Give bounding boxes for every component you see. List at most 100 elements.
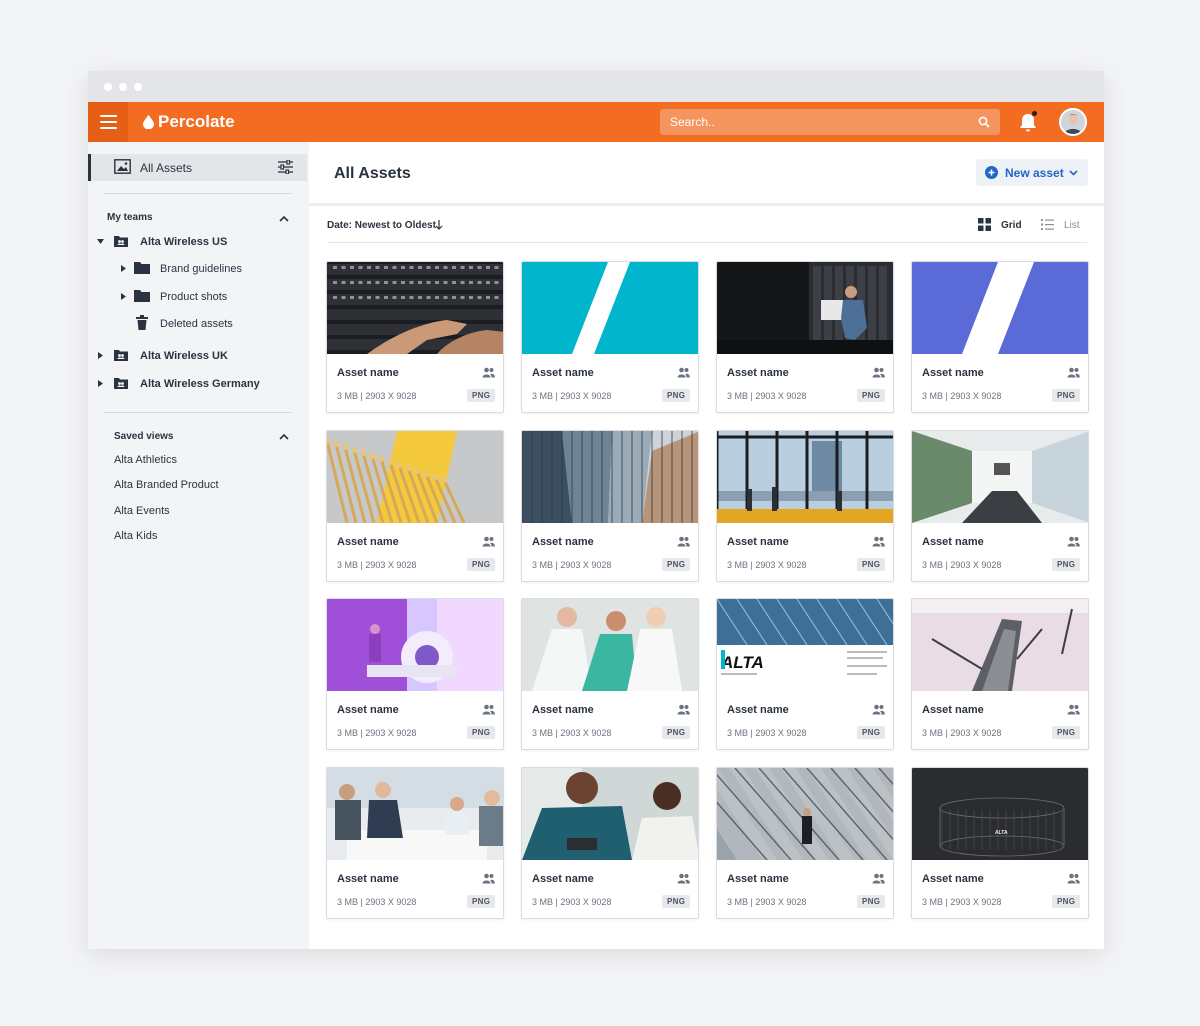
asset-card[interactable]: Asset name 3 MB | 2903 X 9028 PNG [716, 766, 894, 919]
shared-users-icon[interactable] [872, 536, 885, 547]
asset-thumbnail[interactable] [327, 262, 503, 354]
asset-thumbnail[interactable] [717, 430, 893, 523]
avatar[interactable] [1059, 108, 1087, 136]
team-alta-wireless-us[interactable]: Alta Wireless US [96, 232, 296, 252]
shared-users-icon[interactable] [677, 536, 690, 547]
asset-card[interactable]: Asset name 3 MB | 2903 X 9028 PNG [326, 429, 504, 582]
asset-thumbnail[interactable] [912, 262, 1088, 354]
asset-thumbnail[interactable] [912, 430, 1088, 523]
thumbnail-image [912, 599, 1088, 691]
folder-brand-guidelines[interactable]: Brand guidelines [118, 258, 298, 280]
window-chrome [88, 71, 1104, 102]
asset-thumbnail[interactable] [912, 599, 1088, 691]
thumbnail-image [717, 262, 893, 354]
sidebar-item-all-assets[interactable]: All Assets [88, 154, 307, 181]
shared-users-icon[interactable] [482, 873, 495, 884]
caret-right-icon[interactable] [120, 293, 127, 300]
asset-card[interactable]: Asset name 3 MB | 2903 X 9028 PNG [326, 598, 504, 750]
thumbnail-image: ALTA [912, 767, 1088, 860]
shared-users-icon[interactable] [677, 367, 690, 378]
asset-thumbnail[interactable] [522, 767, 698, 860]
thumbnail-image [522, 430, 698, 523]
asset-thumbnail[interactable] [522, 430, 698, 523]
shared-users-icon[interactable] [1067, 536, 1080, 547]
asset-name: Asset name [727, 704, 789, 716]
filter-settings-icon[interactable] [278, 160, 293, 174]
shared-users-icon[interactable] [677, 704, 690, 715]
thumbnail-image [717, 430, 893, 523]
search-placeholder: Search.. [670, 115, 715, 129]
file-type-badge: PNG [857, 557, 886, 571]
file-type-badge: PNG [662, 389, 691, 402]
asset-name: Asset name [532, 367, 594, 379]
shared-users-icon[interactable] [1067, 704, 1080, 715]
shared-users-icon[interactable] [482, 536, 495, 547]
asset-thumbnail[interactable] [522, 262, 698, 354]
asset-card[interactable]: Asset name 3 MB | 2903 X 9028 PNG [521, 429, 699, 582]
sort-dropdown[interactable]: Date: Newest to Oldest [327, 220, 443, 231]
asset-thumbnail[interactable] [522, 599, 698, 691]
asset-card[interactable]: Asset name 3 MB | 2903 X 9028 PNG [521, 261, 699, 413]
brand-name: Percolate [158, 112, 235, 131]
folder-deleted-assets[interactable]: Deleted assets [118, 313, 298, 335]
team-folder-icon [114, 236, 128, 247]
caret-right-icon[interactable] [97, 380, 104, 387]
saved-view-item[interactable]: Alta Events [114, 505, 170, 517]
saved-view-item[interactable]: Alta Athletics [114, 454, 177, 466]
caret-down-icon[interactable] [97, 238, 104, 245]
thumbnail-image [717, 767, 893, 860]
file-type-badge: PNG [467, 726, 496, 739]
top-bar: Percolate Search.. [88, 102, 1104, 142]
asset-card[interactable]: Asset name 3 MB | 2903 X 9028 PNG [716, 429, 894, 582]
asset-thumbnail[interactable] [327, 599, 503, 691]
saved-view-item[interactable]: Alta Kids [114, 530, 157, 542]
asset-thumbnail[interactable] [717, 767, 893, 860]
shared-users-icon[interactable] [872, 704, 885, 715]
arrow-down-icon [435, 220, 443, 230]
folder-product-shots[interactable]: Product shots [118, 286, 298, 308]
caret-right-icon[interactable] [120, 265, 127, 272]
asset-card[interactable]: Asset name 3 MB | 2903 X 9028 PNG [326, 261, 504, 413]
chevron-up-icon[interactable] [279, 433, 289, 440]
asset-card[interactable]: Asset name 3 MB | 2903 X 9028 PNG [326, 766, 504, 919]
page-title: All Assets [334, 165, 411, 182]
menu-icon[interactable] [88, 102, 128, 142]
window-dot-icon [104, 83, 112, 91]
new-asset-button[interactable]: New asset [976, 159, 1088, 186]
shared-users-icon[interactable] [677, 873, 690, 884]
asset-card[interactable]: Asset name 3 MB | 2903 X 9028 PNG [911, 429, 1089, 582]
asset-thumbnail[interactable]: ALTA [912, 767, 1088, 860]
image-folder-icon [114, 159, 131, 174]
asset-card[interactable]: Asset name 3 MB | 2903 X 9028 PNG [521, 598, 699, 750]
asset-card[interactable]: Asset name 3 MB | 2903 X 9028 PNG [911, 598, 1089, 750]
svg-text:ALTA: ALTA [720, 653, 764, 672]
asset-thumbnail[interactable] [327, 767, 503, 860]
team-alta-wireless-uk[interactable]: Alta Wireless UK [96, 346, 296, 366]
divider [104, 412, 292, 413]
saved-view-item[interactable]: Alta Branded Product [114, 479, 219, 491]
asset-name: Asset name [532, 872, 594, 885]
team-alta-wireless-germany[interactable]: Alta Wireless Germany [96, 374, 296, 394]
chevron-up-icon[interactable] [279, 215, 289, 222]
shared-users-icon[interactable] [872, 367, 885, 378]
asset-card[interactable]: Asset name 3 MB | 2903 X 9028 PNG [911, 261, 1089, 413]
shared-users-icon[interactable] [482, 704, 495, 715]
asset-card[interactable]: Asset name 3 MB | 2903 X 9028 PNG [716, 261, 894, 413]
asset-thumbnail[interactable] [717, 262, 893, 354]
thumbnail-image [912, 262, 1088, 354]
shared-users-icon[interactable] [482, 367, 495, 378]
shared-users-icon[interactable] [1067, 367, 1080, 378]
asset-thumbnail[interactable]: ALTA [717, 599, 893, 691]
asset-card[interactable]: ALTA Asset name 3 MB | 2903 X 9028 PNG [911, 766, 1089, 919]
shared-users-icon[interactable] [1067, 873, 1080, 884]
asset-card[interactable]: ALTA Asset name 3 MB | 2903 X 9028 PNG [716, 598, 894, 750]
asset-card[interactable]: Asset name 3 MB | 2903 X 9028 PNG [521, 766, 699, 919]
asset-thumbnail[interactable] [327, 430, 503, 523]
search-icon[interactable] [978, 116, 990, 128]
brand-logo[interactable]: Percolate [143, 112, 235, 132]
caret-right-icon[interactable] [97, 352, 104, 359]
search-input[interactable]: Search.. [660, 109, 1000, 135]
asset-name: Asset name [532, 535, 594, 548]
view-list-label: List [1064, 220, 1080, 231]
shared-users-icon[interactable] [872, 873, 885, 884]
